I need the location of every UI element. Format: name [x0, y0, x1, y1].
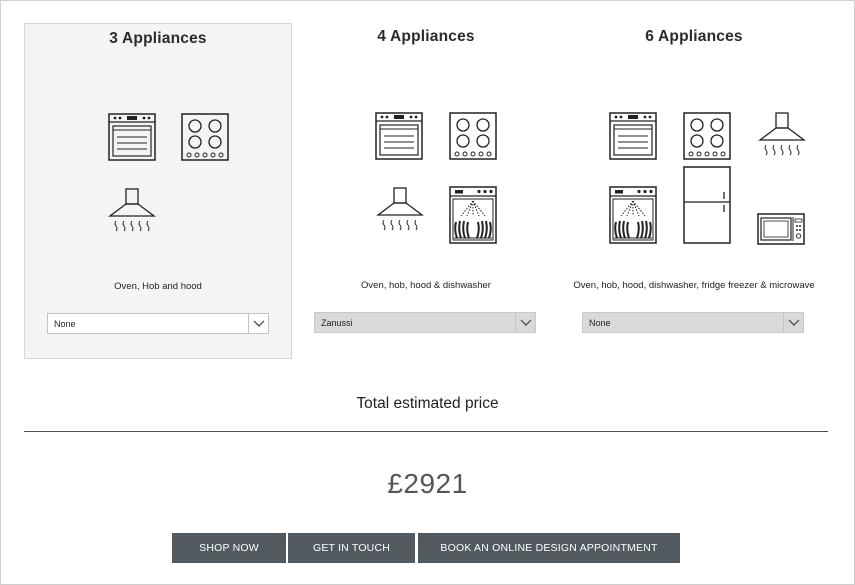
hob-icon [449, 112, 497, 160]
brand-select-value: Zanussi [321, 318, 353, 328]
dishwasher-icon [609, 186, 657, 244]
brand-select[interactable]: Zanussi [314, 312, 536, 333]
package-description: Oven, hob, hood, dishwasher, fridge free… [573, 280, 815, 291]
microwave-icon [757, 213, 805, 245]
brand-select[interactable]: None [582, 312, 804, 333]
package-title: 6 Appliances [645, 28, 743, 45]
chevron-down-icon [248, 314, 268, 333]
shop-now-button[interactable]: SHOP NOW [172, 533, 286, 563]
hob-icon [181, 113, 229, 161]
brand-select-value: None [589, 318, 611, 328]
book-appointment-button[interactable]: BOOK AN ONLINE DESIGN APPOINTMENT [418, 533, 680, 563]
package-title: 3 Appliances [109, 30, 207, 47]
hood-icon [108, 188, 156, 236]
dishwasher-icon [449, 186, 497, 244]
hood-icon [758, 112, 806, 160]
package-title: 4 Appliances [377, 28, 475, 45]
package-card-6-appliances[interactable]: 6 Appliances Oven, hob, hood, dishwasher… [560, 23, 828, 359]
chevron-down-icon [515, 313, 535, 332]
package-card-4-appliances[interactable]: 4 Appliances Oven, hob, hood & dishwashe… [292, 23, 560, 359]
hood-icon [376, 187, 424, 235]
package-description: Oven, Hob and hood [114, 281, 202, 292]
fridge-freezer-icon [683, 166, 731, 244]
chevron-down-icon [783, 313, 803, 332]
total-price-label: Total estimated price [356, 395, 499, 412]
hob-icon [683, 112, 731, 160]
package-card-3-appliances[interactable]: 3 Appliances Oven, Hob and hood None [24, 23, 292, 359]
get-in-touch-button[interactable]: GET IN TOUCH [288, 533, 415, 563]
brand-select-value: None [54, 319, 76, 329]
brand-select[interactable]: None [47, 313, 269, 334]
oven-icon [609, 112, 657, 160]
oven-icon [108, 113, 156, 161]
divider [24, 431, 828, 432]
total-price-value: £2921 [387, 468, 468, 499]
package-description: Oven, hob, hood & dishwasher [361, 280, 491, 291]
oven-icon [375, 112, 423, 160]
